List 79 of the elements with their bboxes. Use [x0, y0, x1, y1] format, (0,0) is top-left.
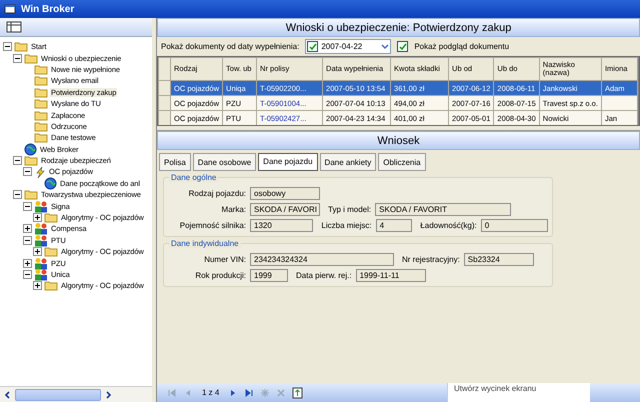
date-checkbox[interactable] — [307, 41, 318, 52]
tab[interactable]: Dane osobowe — [192, 153, 256, 171]
folder-icon — [34, 110, 48, 121]
group-title: Dane indywidualne — [169, 239, 241, 248]
folder-icon — [24, 52, 38, 64]
tab[interactable]: Dane ankiety — [320, 153, 376, 171]
field-label: Typ i model: — [327, 205, 372, 214]
window-title: Win Broker — [21, 4, 74, 14]
field-label: Rok produkcji: — [194, 271, 246, 280]
expand-icon[interactable] — [33, 213, 42, 222]
folder-icon — [44, 246, 58, 258]
text-field[interactable]: Sb23324 — [464, 253, 534, 266]
group-title: Dane ogólne — [169, 173, 218, 182]
tab[interactable]: Obliczenia — [378, 153, 426, 171]
expand-icon[interactable] — [23, 224, 32, 234]
field-label: Liczba miejsc: — [320, 221, 372, 230]
collapse-icon[interactable] — [13, 54, 22, 63]
horizontal-scrollbar[interactable] — [0, 386, 152, 402]
refresh-icon[interactable] — [292, 386, 304, 398]
preview-checkbox[interactable] — [397, 41, 408, 52]
expand-icon[interactable] — [33, 247, 42, 256]
field-label: Data pierw. rej.: — [295, 271, 352, 280]
folder-icon — [34, 75, 48, 86]
people-icon — [34, 222, 48, 236]
folder-icon — [24, 189, 38, 200]
field-label: Numer VIN: — [203, 255, 246, 264]
folder-icon — [24, 155, 38, 166]
preview-label: Pokaż podgląd dokumentu — [414, 42, 510, 51]
collapse-icon[interactable] — [13, 190, 22, 200]
collapse-icon[interactable] — [3, 42, 12, 52]
folder-icon — [44, 280, 58, 292]
text-field[interactable]: 0 — [480, 219, 548, 232]
detail-header: Wniosek — [157, 131, 640, 150]
field-label: Ładowność(kg): — [419, 221, 477, 230]
people-icon — [34, 268, 48, 282]
dropdown-caret-icon[interactable] — [381, 44, 390, 50]
field-label: Rodzaj pojazdu: — [188, 189, 246, 198]
text-field[interactable]: SKODA / FAVORIT — [375, 203, 512, 216]
folder-icon — [34, 120, 48, 132]
tab[interactable]: Polisa — [159, 153, 191, 171]
people-icon — [34, 256, 48, 270]
collapse-icon[interactable] — [23, 202, 32, 211]
window-icon — [4, 3, 16, 15]
text-field[interactable]: 4 — [376, 219, 412, 232]
text-field[interactable]: 1999-11-11 — [356, 269, 426, 282]
field-label: Marka: — [220, 205, 246, 214]
lightning-icon — [34, 166, 46, 178]
date-picker[interactable]: 2007-04-22 — [305, 39, 392, 54]
people-icon — [34, 234, 48, 247]
text-field[interactable]: 1320 — [250, 219, 314, 232]
folder-icon — [34, 98, 48, 110]
text-field[interactable]: osobowy — [250, 187, 320, 200]
people-icon — [34, 200, 48, 213]
folder-icon — [34, 86, 48, 98]
text-field[interactable]: 234234324324 — [250, 253, 394, 266]
folder-icon — [14, 41, 28, 52]
globe-icon — [44, 176, 57, 190]
globe-icon — [24, 142, 37, 156]
expand-icon[interactable] — [33, 281, 42, 290]
expand-icon[interactable] — [23, 258, 32, 268]
collapse-icon[interactable] — [23, 236, 32, 245]
field-label: Pojemność silnika: — [178, 221, 246, 230]
list-header: Wnioski o ubezpieczenie: Potwierdzony zakup — [157, 18, 640, 37]
collapse-icon[interactable] — [23, 270, 32, 279]
record-position: 1 z 4 — [201, 388, 220, 397]
collapse-icon[interactable] — [13, 156, 22, 166]
tab[interactable]: Dane pojazdu — [258, 153, 318, 171]
folder-icon — [34, 132, 48, 144]
collapse-icon[interactable] — [23, 167, 32, 176]
text-field[interactable]: SKODA / FAVORI — [250, 203, 320, 216]
text-field[interactable]: 1999 — [250, 269, 288, 282]
scrollbar-thumb[interactable] — [15, 388, 101, 400]
tooltip: Utwórz wycinek ekranu — [447, 383, 590, 402]
last-record-icon[interactable] — [244, 388, 254, 398]
folder-icon — [44, 212, 58, 224]
folder-icon — [34, 64, 48, 75]
field-label: Nr rejestracyjny: — [401, 255, 460, 264]
toolbar-grid-icon[interactable] — [6, 21, 22, 33]
filter-label: Pokaż dokumenty od daty wypełnienia: — [161, 42, 300, 51]
